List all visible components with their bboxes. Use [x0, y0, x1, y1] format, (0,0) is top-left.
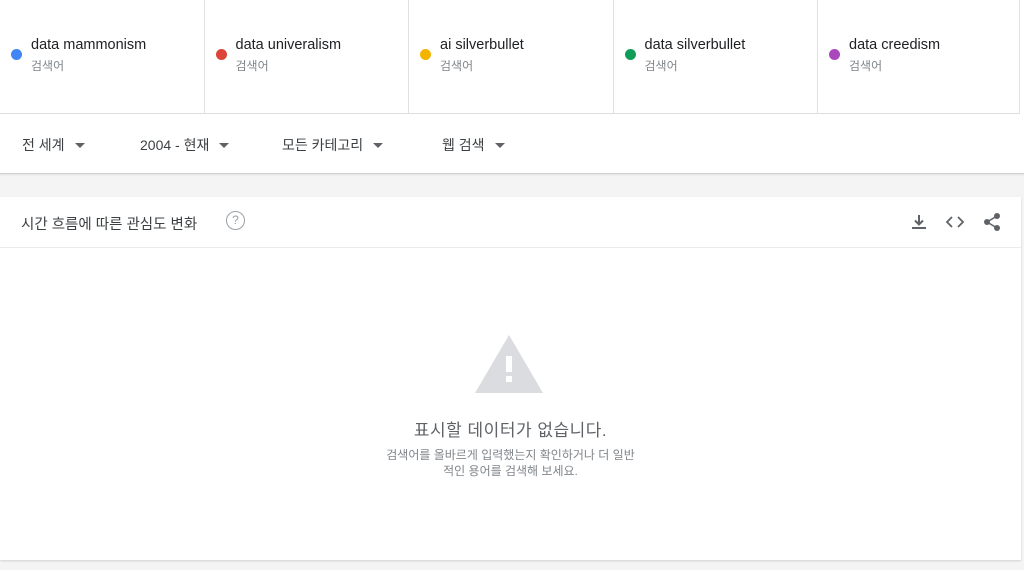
term-name: ai silverbullet [440, 37, 524, 53]
no-data-description-line-2: 적인 용어를 검색해 보세요. [443, 464, 578, 478]
card-title: 시간 흐름에 따른 관심도 변화 [21, 217, 198, 233]
interest-over-time-card: 시간 흐름에 따른 관심도 변화 ? 표시할 데이터가 없습니다. 검색어를 올… [0, 197, 1021, 560]
time-range-dropdown[interactable]: 2004 - 현재 [140, 135, 230, 155]
term-chip-5[interactable]: data creedism 검색어 [818, 0, 1023, 114]
term-type: 검색어 [644, 59, 678, 73]
search-type-dropdown[interactable]: 웹 검색 [442, 135, 505, 155]
term-name: data univeralism [235, 37, 342, 53]
category-dropdown[interactable]: 모든 카테고리 [282, 135, 384, 155]
term-type: 검색어 [235, 59, 269, 73]
term-name: data mammonism [31, 37, 147, 53]
series-color-dot [624, 49, 636, 60]
no-data-description-line-1: 검색어를 올바르게 입력했는지 확인하거나 더 일반 [386, 448, 635, 462]
term-type: 검색어 [31, 59, 65, 73]
term-name: data creedism [849, 37, 941, 53]
series-color-dot [829, 49, 840, 60]
filter-bar: 전 세계 2004 - 현재 모든 카테고리 웹 검색 [0, 114, 1024, 174]
no-data-title: 표시할 데이터가 없습니다. [413, 421, 608, 440]
search-type-label: 웹 검색 [442, 137, 485, 153]
term-type: 검색어 [440, 59, 474, 73]
no-data-description: 검색어를 올바르게 입력했는지 확인하거나 더 일반 적인 용어를 검색해 보세… [0, 447, 1021, 479]
term-chip-2[interactable]: data univeralism 검색어 [205, 0, 409, 114]
embed-code-icon[interactable] [944, 211, 966, 233]
caret-down-icon [74, 142, 85, 148]
series-color-dot [11, 49, 22, 60]
share-icon[interactable] [981, 211, 1003, 233]
term-chip-3[interactable]: ai silverbullet 검색어 [409, 0, 614, 114]
caret-down-icon [373, 142, 384, 148]
search-terms-bar: data mammonism 검색어 data univeralism 검색어 … [0, 0, 1024, 114]
term-type: 검색어 [849, 59, 883, 73]
region-label: 전 세계 [22, 137, 65, 153]
add-term-edge [1019, 0, 1024, 114]
region-dropdown[interactable]: 전 세계 [22, 135, 85, 155]
series-color-dot [420, 49, 431, 60]
series-color-dot [215, 49, 227, 60]
term-chip-1[interactable]: data mammonism 검색어 [0, 0, 205, 114]
warning-icon [474, 334, 544, 399]
category-label: 모든 카테고리 [282, 137, 364, 153]
download-icon[interactable] [908, 211, 930, 233]
term-chip-4[interactable]: data silverbullet 검색어 [614, 0, 818, 114]
caret-down-icon [494, 142, 505, 148]
time-range-label: 2004 - 현재 [140, 137, 210, 153]
card-header: 시간 흐름에 따른 관심도 변화 ? [0, 197, 1021, 248]
help-icon[interactable]: ? [226, 211, 245, 230]
term-name: data silverbullet [644, 37, 746, 53]
caret-down-icon [219, 142, 230, 148]
